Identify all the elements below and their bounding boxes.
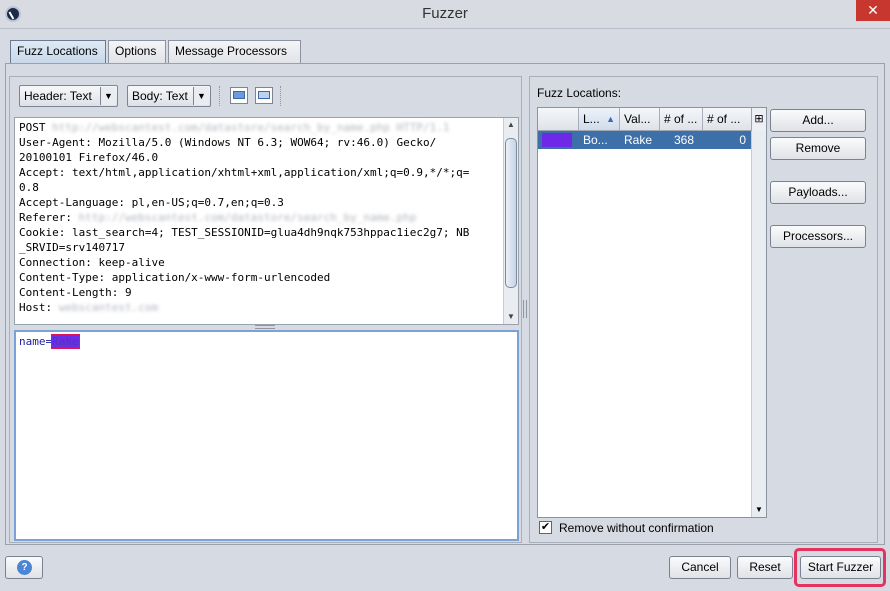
fuzz-locations-table[interactable]: L... ▲ Val... # of ... # of ... ⊞ Bo... … bbox=[537, 107, 767, 518]
column-header-color[interactable] bbox=[538, 108, 579, 130]
payloads-button[interactable]: Payloads... bbox=[770, 181, 866, 204]
scroll-down-icon[interactable]: ▼ bbox=[504, 310, 518, 324]
request-body-editor[interactable]: name=Rake bbox=[14, 330, 519, 541]
table-scrollbar[interactable]: ▼ bbox=[751, 131, 766, 517]
layout-split-vertical-button[interactable] bbox=[230, 87, 248, 104]
column-header-value[interactable]: Val... bbox=[620, 108, 660, 130]
column-header-processors[interactable]: # of ... bbox=[703, 108, 752, 130]
header-line-text: 0.8 bbox=[19, 181, 39, 194]
add-location-button[interactable]: Add... bbox=[770, 109, 866, 132]
fuzz-location-highlight[interactable]: Rake bbox=[51, 334, 80, 349]
header-line-text: Accept: text/html,application/xhtml+xml,… bbox=[19, 166, 470, 179]
processors-button[interactable]: Processors... bbox=[770, 225, 866, 248]
pane-divider-handle[interactable] bbox=[523, 300, 527, 318]
request-header-editor[interactable]: POST http://webscantest.com/datastore/se… bbox=[14, 117, 519, 325]
close-button[interactable]: ✕ bbox=[856, 0, 890, 21]
scroll-up-icon[interactable]: ▲ bbox=[504, 118, 518, 132]
header-line-text: POST bbox=[19, 121, 53, 134]
help-icon: ? bbox=[17, 560, 32, 575]
header-line-text: Referer: bbox=[19, 211, 79, 224]
payloads-count-cell: 368 bbox=[674, 133, 695, 147]
tab-message-processors[interactable]: Message Processors bbox=[168, 40, 301, 63]
tab-options[interactable]: Options bbox=[108, 40, 166, 63]
column-header-payloads[interactable]: # of ... bbox=[660, 108, 703, 130]
column-header-location[interactable]: L... ▲ bbox=[579, 108, 620, 130]
location-color-swatch bbox=[542, 133, 572, 147]
request-body-text[interactable]: name=Rake bbox=[19, 334, 80, 349]
header-line-text: Cookie: last_search=4; TEST_SESSIONID=gl… bbox=[19, 226, 470, 239]
chevron-down-icon: ▼ bbox=[193, 87, 209, 105]
header-line: 0.8 bbox=[19, 180, 501, 195]
header-line-text: 20100101 Firefox/46.0 bbox=[19, 151, 159, 164]
tab-fuzz-locations[interactable]: Fuzz Locations bbox=[10, 40, 106, 63]
fuzz-locations-label: Fuzz Locations: bbox=[537, 86, 622, 100]
cancel-button[interactable]: Cancel bbox=[669, 556, 731, 579]
header-line-text: Content-Type: application/x-www-form-url… bbox=[19, 271, 331, 284]
header-line-text: Accept-Language: pl,en-US;q=0.7,en;q=0.3 bbox=[19, 196, 284, 209]
header-line-text: Content-Length: 9 bbox=[19, 286, 132, 299]
splitter-handle[interactable] bbox=[255, 325, 275, 329]
header-line: POST http://webscantest.com/datastore/se… bbox=[19, 120, 501, 135]
header-line: User-Agent: Mozilla/5.0 (Windows NT 6.3;… bbox=[19, 135, 501, 150]
toolbar-separator bbox=[219, 86, 221, 106]
header-line: Accept: text/html,application/xhtml+xml,… bbox=[19, 165, 501, 180]
layout-vertical-icon bbox=[233, 91, 245, 99]
header-view-select-value: Header: Text bbox=[24, 89, 92, 103]
reset-button[interactable]: Reset bbox=[737, 556, 793, 579]
remove-without-confirmation-checkbox[interactable]: ✔ bbox=[539, 521, 552, 534]
layout-split-horizontal-button[interactable] bbox=[255, 87, 273, 104]
header-line: 20100101 Firefox/46.0 bbox=[19, 150, 501, 165]
scroll-down-icon[interactable]: ▼ bbox=[752, 503, 766, 517]
scrollbar-thumb[interactable] bbox=[505, 138, 517, 288]
column-chooser-icon[interactable]: ⊞ bbox=[751, 108, 766, 131]
title-bar: Fuzzer ✕ bbox=[0, 0, 890, 29]
header-line: Connection: keep-alive bbox=[19, 255, 501, 270]
remove-without-confirmation-label[interactable]: Remove without confirmation bbox=[559, 521, 714, 535]
header-line: _SRVID=srv140717 bbox=[19, 240, 501, 255]
table-header: L... ▲ Val... # of ... # of ... bbox=[538, 108, 752, 131]
body-view-select-value: Body: Text bbox=[132, 89, 188, 103]
layout-horizontal-icon bbox=[258, 91, 270, 99]
header-line-text: Connection: keep-alive bbox=[19, 256, 165, 269]
header-line: Cookie: last_search=4; TEST_SESSIONID=gl… bbox=[19, 225, 501, 240]
body-param-name: name= bbox=[19, 335, 53, 348]
location-color-cell bbox=[538, 131, 579, 149]
header-line: Content-Type: application/x-www-form-url… bbox=[19, 270, 501, 285]
header-line-text: Host: bbox=[19, 301, 59, 314]
sort-ascending-icon: ▲ bbox=[606, 114, 615, 124]
request-header-text[interactable]: POST http://webscantest.com/datastore/se… bbox=[19, 120, 501, 315]
value-cell: Rake bbox=[624, 133, 653, 147]
header-scrollbar[interactable]: ▲ ▼ bbox=[503, 118, 518, 324]
header-line: Referer: http://webscantest.com/datastor… bbox=[19, 210, 501, 225]
location-cell: Bo... bbox=[583, 133, 608, 147]
start-fuzzer-highlight bbox=[794, 548, 886, 587]
header-line-text: _SRVID=srv140717 bbox=[19, 241, 125, 254]
header-line-text: User-Agent: Mozilla/5.0 (Windows NT 6.3;… bbox=[19, 136, 437, 149]
redacted-text: webscantest.com bbox=[58, 301, 159, 314]
header-line: Host: webscantest.com bbox=[19, 300, 501, 315]
help-button[interactable]: ? bbox=[5, 556, 43, 579]
header-line: Content-Length: 9 bbox=[19, 285, 501, 300]
redacted-text: http://webscantest.com/datastore/search_… bbox=[78, 211, 417, 224]
header-view-select[interactable]: Header: Text ▼ bbox=[19, 85, 118, 107]
table-row[interactable]: Bo... Rake 368 0 bbox=[538, 131, 752, 149]
processors-count-cell: 0 bbox=[739, 133, 746, 147]
remove-location-button[interactable]: Remove bbox=[770, 137, 866, 160]
chevron-down-icon: ▼ bbox=[100, 87, 116, 105]
header-line: Accept-Language: pl,en-US;q=0.7,en;q=0.3 bbox=[19, 195, 501, 210]
toolbar-separator bbox=[280, 86, 282, 106]
window-title: Fuzzer bbox=[422, 5, 468, 22]
body-view-select[interactable]: Body: Text ▼ bbox=[127, 85, 211, 107]
redacted-text: http://webscantest.com/datastore/search_… bbox=[52, 121, 450, 134]
